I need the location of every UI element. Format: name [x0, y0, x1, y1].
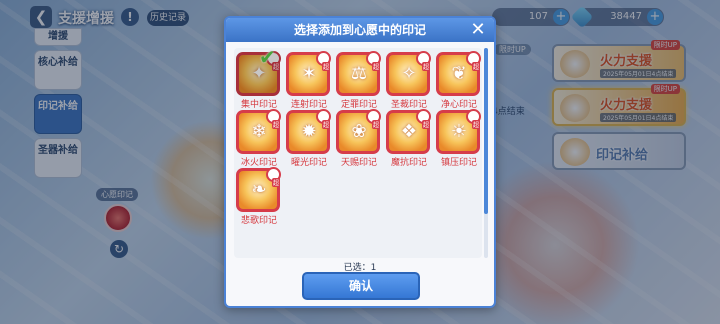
seal-label: 连射印记	[290, 100, 327, 110]
seal-icon: ❖ 超	[386, 109, 431, 154]
seal-emblem-icon: ❀	[351, 121, 367, 142]
seal-label: 净心印记	[440, 100, 477, 110]
confirm-button[interactable]: 确认	[302, 272, 420, 300]
rarity-badge: 超	[471, 62, 480, 71]
seal-icon: ❧ 超	[236, 167, 281, 212]
seal-emblem-icon: ☀	[450, 121, 468, 142]
rarity-badge: 超	[321, 120, 330, 129]
seal-icon: ✦ 超 ✔	[236, 45, 281, 96]
seal-emblem-icon: ✹	[301, 121, 317, 142]
seal-select-dialog: 选择添加到心愿中的印记 ✕ ✦ 超 ✔ 集中印记 ✶ 超连射印记 ⚖ 超定罪印记 ✧ 超圣裁印记 ❦…	[224, 16, 496, 308]
dialog-title: 选择添加到心愿中的印记	[293, 23, 426, 37]
rarity-badge: 超	[421, 62, 430, 71]
seal-emblem-icon: ❄	[251, 121, 267, 142]
seal-emblem-icon: ✧	[401, 63, 417, 84]
seal-label: 魔抗印记	[390, 158, 427, 168]
rarity-badge: 超	[471, 120, 480, 129]
seal-emblem-icon: ❧	[251, 179, 267, 200]
seal-icon: ✶ 超	[286, 51, 331, 96]
seal-icon: ✹ 超	[286, 109, 331, 154]
check-icon: ✔	[259, 45, 276, 69]
seal-emblem-icon: ✶	[301, 63, 317, 84]
seal-label: 冰火印记	[240, 158, 277, 168]
seal-label: 天赐印记	[340, 158, 377, 168]
seal-emblem-icon: ❦	[451, 63, 467, 84]
rarity-badge: 超	[271, 120, 280, 129]
rarity-badge: 超	[421, 120, 430, 129]
rarity-badge: 超	[321, 62, 330, 71]
seal-label: 圣裁印记	[390, 100, 427, 110]
seal-label: 镇压印记	[440, 158, 477, 168]
seal-label: 集中印记	[240, 100, 277, 110]
seal-label: 悲歌印记	[240, 216, 277, 226]
rarity-badge: 超	[271, 178, 280, 187]
seal-emblem-icon: ❖	[400, 121, 418, 142]
seal-icon: ✧ 超	[386, 51, 431, 96]
seal-item[interactable]: ✶ 超连射印记	[286, 51, 332, 110]
seal-icon: ❀ 超	[336, 109, 381, 154]
scrollbar-thumb[interactable]	[484, 48, 488, 214]
seal-item[interactable]: ✦ 超 ✔ 集中印记	[236, 45, 282, 110]
seal-icon: ⚖ 超	[336, 51, 381, 96]
seal-item[interactable]: ❦ 超净心印记	[436, 51, 482, 110]
seal-item[interactable]: ❀ 超天赐印记	[336, 109, 382, 168]
scrollbar[interactable]	[484, 48, 488, 258]
seal-icon: ☀ 超	[436, 109, 481, 154]
seal-item[interactable]: ⚖ 超定罪印记	[336, 51, 382, 110]
seal-icon: ❄ 超	[236, 109, 281, 154]
seal-item[interactable]: ✹ 超曜光印记	[286, 109, 332, 168]
rarity-badge: 超	[371, 120, 380, 129]
seal-item[interactable]: ❧ 超悲歌印记	[236, 167, 282, 226]
seal-item[interactable]: ❄ 超冰火印记	[236, 109, 282, 168]
seal-item[interactable]: ☀ 超镇压印记	[436, 109, 482, 168]
rarity-badge: 超	[371, 62, 380, 71]
seal-emblem-icon: ⚖	[350, 63, 368, 84]
seal-label: 曜光印记	[290, 158, 327, 168]
close-icon[interactable]: ✕	[468, 20, 488, 40]
seal-icon: ❦ 超	[436, 51, 481, 96]
seal-label: 定罪印记	[340, 100, 377, 110]
seal-item[interactable]: ✧ 超圣裁印记	[386, 51, 432, 110]
seal-item[interactable]: ❖ 超魔抗印记	[386, 109, 432, 168]
